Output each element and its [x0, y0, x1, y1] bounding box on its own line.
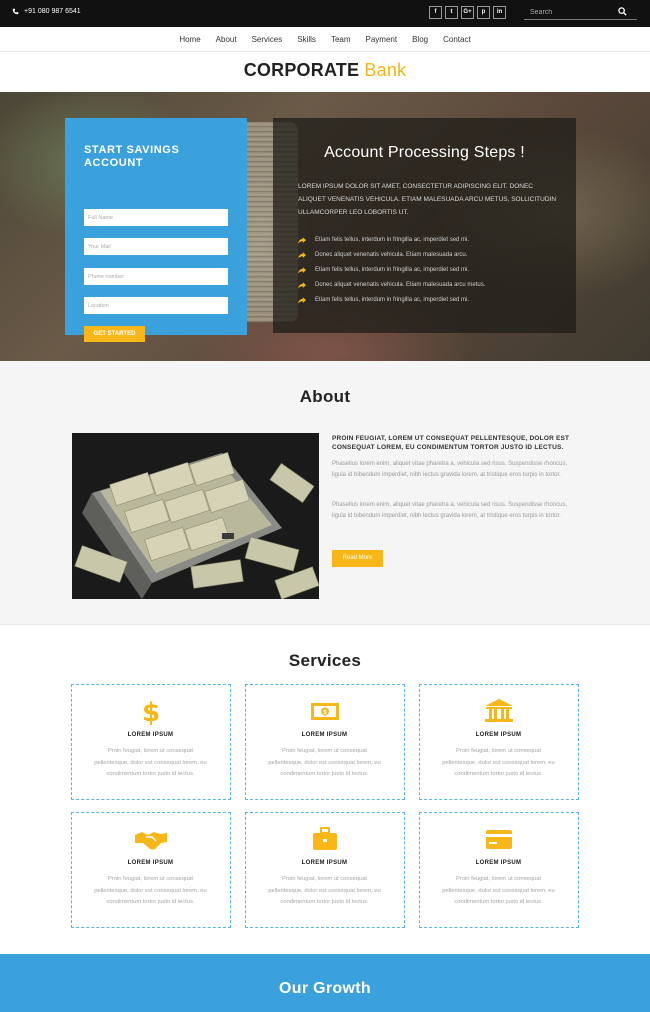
social-links: f t G+ p in — [429, 6, 506, 19]
dollar-icon: $ — [142, 698, 160, 725]
service-card[interactable]: $ LOREM IPSUM Proin feugiat, lorem ut co… — [71, 684, 231, 800]
location-field[interactable] — [84, 297, 228, 314]
facebook-icon[interactable]: f — [429, 6, 442, 19]
growth-title: Our Growth — [279, 980, 371, 997]
nav-team[interactable]: Team — [331, 35, 351, 44]
logo-main: CORPORATE — [243, 60, 360, 80]
about-section: About PROIN FEUGIAT, LOREM UT CONSEQUAT … — [0, 361, 650, 624]
search-box — [524, 4, 637, 20]
steps-description: LOREM IPSUM DOLOR SIT AMET, CONSECTETUR … — [298, 183, 557, 216]
list-item: Etiam felis tellus, interdum in fringill… — [298, 233, 485, 248]
full-name-field[interactable] — [84, 209, 228, 226]
service-card-title: LOREM IPSUM — [475, 732, 522, 738]
bank-icon — [485, 699, 513, 722]
services-title: Services — [288, 651, 362, 670]
share-arrow-icon — [298, 282, 306, 289]
step-text: Etiam felis tellus, interdum in fringill… — [315, 237, 470, 243]
nav-blog[interactable]: Blog — [412, 35, 428, 44]
step-text: Etiam felis tellus, interdum in fringill… — [315, 297, 470, 303]
nav-home[interactable]: Home — [179, 35, 200, 44]
list-item: Donec aliquet venenatis vehicula. Etiam … — [298, 278, 485, 293]
about-paragraph-2: Phasellus lorem enim, aliquet vitae phar… — [332, 502, 568, 519]
service-card[interactable]: LOREM IPSUM Proin feugiat, lorem ut cons… — [245, 812, 405, 928]
nav-about[interactable]: About — [216, 35, 237, 44]
service-card-desc: Proin feugiat, lorem ut consequat pellen… — [268, 748, 381, 777]
linkedin-icon[interactable]: in — [493, 6, 506, 19]
credit-card-icon — [486, 830, 512, 849]
list-item: Donec aliquet venenatis vehicula. Etiam … — [298, 248, 485, 263]
nav-contact[interactable]: Contact — [443, 35, 471, 44]
pinterest-icon[interactable]: p — [477, 6, 490, 19]
svg-text:$: $ — [323, 709, 327, 716]
phone-icon — [12, 8, 19, 15]
service-card-title: LOREM IPSUM — [301, 732, 348, 738]
service-card[interactable]: LOREM IPSUM Proin feugiat, lorem ut cons… — [419, 684, 579, 800]
top-bar: +91 080 987 6541 f t G+ p in — [0, 0, 650, 27]
step-text: Etiam felis tellus, interdum in fringill… — [315, 267, 470, 273]
service-card-desc: Proin feugiat, lorem ut consequat pellen… — [268, 876, 381, 905]
about-paragraph-1: Phasellus lorem enim, aliquet vitae phar… — [332, 461, 568, 478]
nav-payment[interactable]: Payment — [366, 35, 398, 44]
services-section: Services $ LOREM IPSUM Proin feugiat, lo… — [0, 624, 650, 954]
share-arrow-icon — [298, 297, 306, 304]
about-heading: PROIN FEUGIAT, LOREM UT CONSEQUAT PELLEN… — [332, 435, 570, 451]
service-card-desc: Proin feugiat, lorem ut consequat pellen… — [94, 876, 207, 905]
service-card[interactable]: $ LOREM IPSUM Proin feugiat, lorem ut co… — [245, 684, 405, 800]
steps-list: Etiam felis tellus, interdum in fringill… — [298, 233, 485, 308]
list-item: Etiam felis tellus, interdum in fringill… — [298, 263, 485, 278]
step-text: Donec aliquet venenatis vehicula. Etiam … — [315, 282, 486, 288]
service-card-title: LOREM IPSUM — [127, 860, 174, 866]
money-illustration — [72, 433, 319, 599]
processing-steps-panel: Account Processing Steps ! LOREM IPSUM D… — [273, 118, 576, 333]
email-field[interactable] — [84, 238, 228, 255]
service-card[interactable]: LOREM IPSUM Proin feugiat, lorem ut cons… — [419, 812, 579, 928]
phone-field[interactable] — [84, 268, 228, 285]
about-title: About — [299, 387, 351, 406]
search-input[interactable] — [530, 6, 610, 18]
share-arrow-icon — [298, 252, 306, 259]
hero-banner: START SAVINGS ACCOUNT GET STARTED Accoun… — [0, 92, 650, 361]
nav-skills[interactable]: Skills — [297, 35, 316, 44]
share-arrow-icon — [298, 267, 306, 274]
list-item: Etiam felis tellus, interdum in fringill… — [298, 293, 485, 308]
money-briefcase-image — [72, 433, 319, 599]
service-card-desc: Proin feugiat, lorem ut consequat pellen… — [442, 876, 555, 905]
banknote-icon: $ — [311, 703, 339, 720]
growth-section: Our Growth — [0, 954, 650, 1012]
phone-number: +91 080 987 6541 — [24, 8, 81, 15]
service-card-title: LOREM IPSUM — [301, 860, 348, 866]
service-card-title: LOREM IPSUM — [475, 860, 522, 866]
service-card[interactable]: LOREM IPSUM Proin feugiat, lorem ut cons… — [71, 812, 231, 928]
main-nav: Home About Services Skills Team Payment … — [0, 27, 650, 52]
logo-accent: Bank — [364, 60, 407, 80]
search-icon[interactable] — [618, 7, 627, 16]
nav-services[interactable]: Services — [252, 35, 283, 44]
site-logo[interactable]: CORPORATE Bank — [0, 60, 650, 81]
service-card-title: LOREM IPSUM — [127, 732, 174, 738]
share-arrow-icon — [298, 237, 306, 244]
phone-contact[interactable]: +91 080 987 6541 — [12, 8, 81, 15]
savings-form-title: START SAVINGS ACCOUNT — [84, 144, 180, 169]
steps-title: Account Processing Steps ! — [324, 144, 525, 161]
twitter-icon[interactable]: t — [445, 6, 458, 19]
google-plus-icon[interactable]: G+ — [461, 6, 474, 19]
savings-form: START SAVINGS ACCOUNT GET STARTED — [65, 118, 247, 342]
briefcase-icon — [313, 827, 337, 850]
step-text: Donec aliquet venenatis vehicula. Etiam … — [315, 252, 468, 258]
svg-text:$: $ — [142, 698, 160, 725]
service-card-desc: Proin feugiat, lorem ut consequat pellen… — [442, 748, 555, 777]
get-started-button[interactable]: GET STARTED — [84, 326, 145, 342]
handshake-icon — [135, 832, 167, 850]
read-more-button[interactable]: Read More — [332, 550, 383, 567]
service-card-desc: Proin feugiat, lorem ut consequat pellen… — [94, 748, 207, 777]
